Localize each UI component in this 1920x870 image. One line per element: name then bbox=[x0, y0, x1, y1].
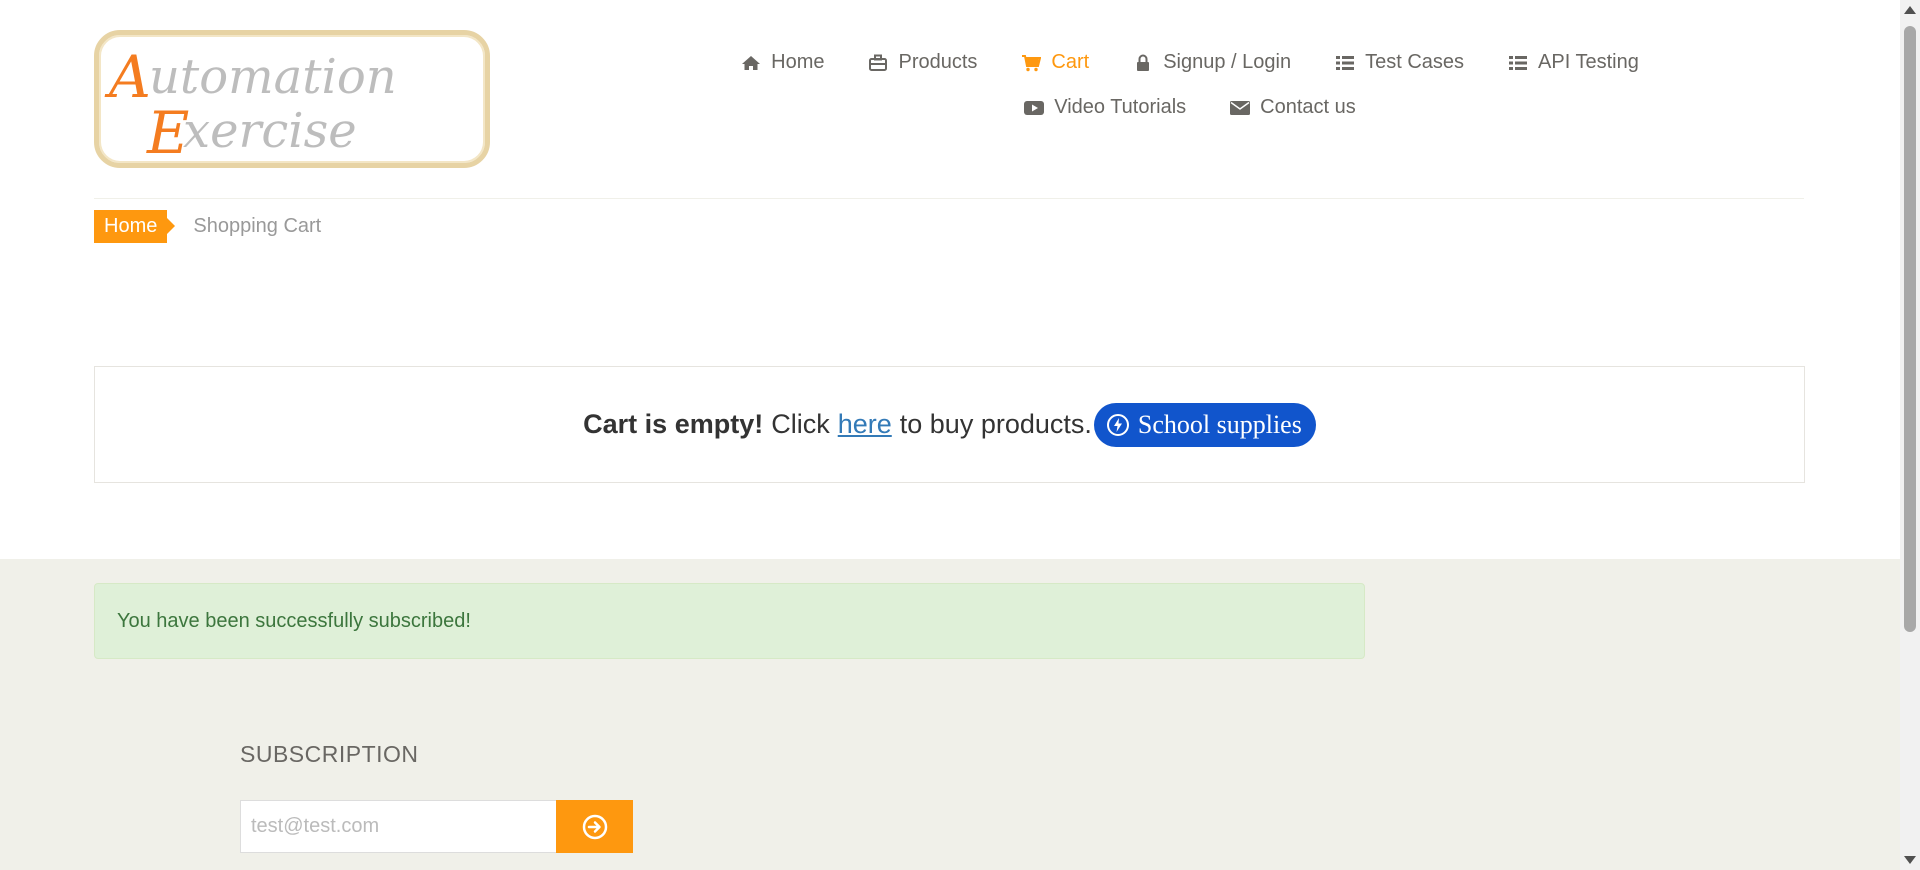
breadcrumb: Home Shopping Cart bbox=[94, 210, 321, 243]
arrow-circle-right-icon bbox=[582, 814, 607, 839]
svg-text:A: A bbox=[104, 43, 151, 111]
subscription-title: SUBSCRIPTION bbox=[240, 741, 419, 767]
nav-row-1: Home Products Cart Signup / Login Test C… bbox=[690, 40, 1690, 85]
lock-icon bbox=[1137, 54, 1150, 71]
school-supplies-label: School supplies bbox=[1137, 409, 1302, 439]
empty-cart-box: Cart is empty! Click here to buy product… bbox=[94, 366, 1805, 483]
svg-text:xercise: xercise bbox=[183, 103, 357, 159]
nav-item-products[interactable]: Products bbox=[846, 51, 999, 74]
subscription-success-alert: You have been successfully subscribed! bbox=[94, 583, 1365, 659]
nav-item-contact-us[interactable]: Contact us bbox=[1208, 96, 1378, 119]
page: A utomation E xercise Home Products Cart… bbox=[0, 0, 1900, 870]
youtube-play-icon bbox=[1024, 100, 1045, 115]
envelope-icon bbox=[1230, 100, 1251, 115]
nav-item-test-cases[interactable]: Test Cases bbox=[1313, 51, 1486, 74]
cart-click-text: Click bbox=[771, 409, 830, 439]
breadcrumb-home-link[interactable]: Home bbox=[94, 210, 176, 243]
breadcrumb-current: Shopping Cart bbox=[193, 215, 322, 237]
empty-cart-message: Cart is empty! Click here to buy product… bbox=[583, 402, 1316, 447]
nav-item-cart[interactable]: Cart bbox=[999, 51, 1111, 74]
nav-label-signup-login: Signup / Login bbox=[1163, 51, 1292, 73]
nav-item-signup-login[interactable]: Signup / Login bbox=[1111, 51, 1313, 74]
nav-label-video-tutorials: Video Tutorials bbox=[1054, 96, 1187, 118]
cart-empty-heading: Cart is empty! bbox=[583, 409, 764, 439]
nav-label-contact-us: Contact us bbox=[1260, 96, 1356, 118]
list-icon bbox=[1336, 55, 1355, 70]
list-icon bbox=[1509, 55, 1528, 70]
main-nav: Home Products Cart Signup / Login Test C… bbox=[690, 40, 1690, 130]
scroll-down-arrow[interactable] bbox=[1904, 856, 1916, 864]
nav-label-products: Products bbox=[898, 51, 978, 73]
nav-label-test-cases: Test Cases bbox=[1365, 51, 1465, 73]
nav-label-home: Home bbox=[771, 51, 825, 73]
site-logo[interactable]: A utomation E xercise bbox=[94, 30, 490, 168]
lightning-bolt-icon bbox=[1106, 413, 1129, 436]
cart-rest-text: to buy products. bbox=[899, 409, 1092, 439]
nav-item-api-testing[interactable]: API Testing bbox=[1486, 51, 1661, 74]
subscribe-button[interactable] bbox=[556, 800, 633, 853]
shopping-cart-icon bbox=[1022, 54, 1042, 71]
header-divider bbox=[94, 198, 1804, 199]
footer: You have been successfully subscribed! S… bbox=[0, 559, 1900, 870]
nav-item-home[interactable]: Home bbox=[719, 51, 846, 74]
vertical-scrollbar[interactable] bbox=[1900, 0, 1920, 870]
school-supplies-chip[interactable]: School supplies bbox=[1093, 402, 1316, 447]
nav-row-2: Video Tutorials Contact us bbox=[690, 85, 1690, 130]
svg-text:utomation: utomation bbox=[149, 49, 397, 105]
scroll-up-arrow[interactable] bbox=[1904, 6, 1916, 14]
home-icon bbox=[742, 55, 761, 70]
nav-item-video-tutorials[interactable]: Video Tutorials bbox=[1002, 96, 1208, 119]
subscription-email-input[interactable] bbox=[240, 800, 557, 853]
logo-graphic: A utomation E xercise bbox=[104, 43, 397, 163]
scrollbar-thumb[interactable] bbox=[1904, 26, 1916, 632]
nav-label-api-testing: API Testing bbox=[1538, 51, 1639, 73]
buy-products-link[interactable]: here bbox=[838, 409, 892, 440]
briefcase-icon bbox=[869, 54, 888, 71]
nav-label-cart: Cart bbox=[1051, 51, 1090, 73]
